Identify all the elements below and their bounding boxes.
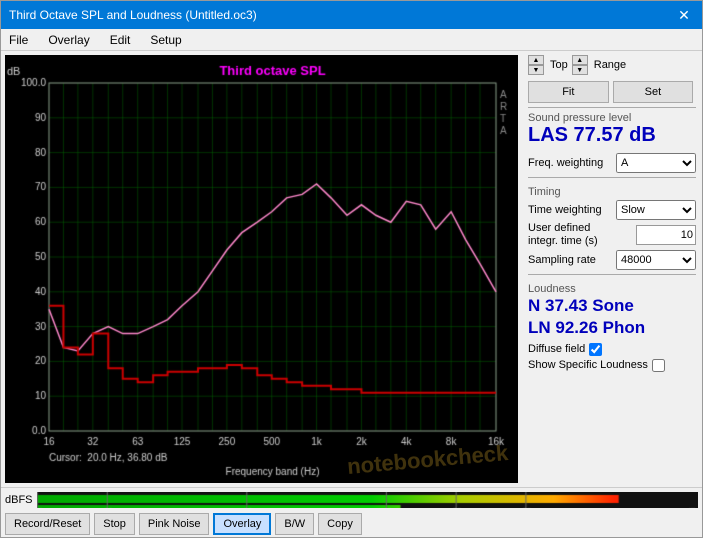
integr-time-input[interactable]: 10 xyxy=(636,225,696,245)
menu-file[interactable]: File xyxy=(5,32,32,48)
range-down-btn[interactable]: ▼ xyxy=(572,65,588,75)
freq-weighting-label: Freq. weighting xyxy=(528,157,603,169)
specific-loudness-checkbox[interactable] xyxy=(652,359,665,372)
overlay-button[interactable]: Overlay xyxy=(213,513,271,535)
copy-button[interactable]: Copy xyxy=(318,513,362,535)
level-meter xyxy=(37,492,698,508)
pink-noise-button[interactable]: Pink Noise xyxy=(139,513,210,535)
close-button[interactable]: ✕ xyxy=(674,7,694,24)
sampling-rate-row: Sampling rate 480004410096000 xyxy=(528,250,696,270)
freq-weighting-row: Freq. weighting ABCZ xyxy=(528,153,696,173)
sampling-rate-label: Sampling rate xyxy=(528,254,596,266)
top-label: Top xyxy=(550,59,568,71)
fit-button[interactable]: Fit xyxy=(528,81,609,103)
freq-weighting-select[interactable]: ABCZ xyxy=(616,153,696,173)
spl-section: Sound pressure level LAS 77.57 dB xyxy=(528,107,696,147)
loudness-value-line2: LN 92.26 Phon xyxy=(528,317,696,339)
spl-section-label: Sound pressure level xyxy=(528,112,696,124)
menu-edit[interactable]: Edit xyxy=(106,32,135,48)
top-spinbox: ▲ ▼ xyxy=(528,55,544,75)
bottom-bar: dBFS Record/Reset Stop Pink Noise Overla… xyxy=(1,487,702,537)
loudness-value-line1: N 37.43 Sone xyxy=(528,295,696,317)
main-content: notebookcheck ▲ ▼ Top ▲ ▼ Range Fit Set xyxy=(1,51,702,487)
menu-bar: File Overlay Edit Setup xyxy=(1,29,702,51)
top-down-btn[interactable]: ▼ xyxy=(528,65,544,75)
integr-time-label: User definedintegr. time (s) xyxy=(528,222,598,248)
top-up-btn[interactable]: ▲ xyxy=(528,55,544,65)
range-spinbox: ▲ ▼ xyxy=(572,55,588,75)
title-bar: Third Octave SPL and Loudness (Untitled.… xyxy=(1,1,702,29)
meter-canvas xyxy=(37,492,698,508)
diffuse-field-label: Diffuse field xyxy=(528,343,585,355)
loudness-section: Loudness N 37.43 Sone LN 92.26 Phon Diff… xyxy=(528,274,696,371)
main-window: Third Octave SPL and Loudness (Untitled.… xyxy=(0,0,703,538)
top-controls: ▲ ▼ Top ▲ ▼ Range Fit Set xyxy=(528,55,696,103)
dbfs-label: dBFS xyxy=(5,494,33,506)
range-up-btn[interactable]: ▲ xyxy=(572,55,588,65)
timing-label: Timing xyxy=(528,186,696,198)
time-weighting-label: Time weighting xyxy=(528,204,602,216)
dbfs-row: dBFS xyxy=(1,488,702,512)
window-title: Third Octave SPL and Loudness (Untitled.… xyxy=(9,8,257,22)
loudness-label: Loudness xyxy=(528,283,696,295)
bw-button[interactable]: B/W xyxy=(275,513,314,535)
record-reset-button[interactable]: Record/Reset xyxy=(5,513,90,535)
range-label: Range xyxy=(594,59,626,71)
timing-section: Timing Time weighting SlowFastImpulse Us… xyxy=(528,177,696,270)
sampling-rate-select[interactable]: 480004410096000 xyxy=(616,250,696,270)
right-panel: ▲ ▼ Top ▲ ▼ Range Fit Set Sound pressure… xyxy=(522,51,702,487)
integr-time-row: User definedintegr. time (s) 10 xyxy=(528,222,696,248)
chart-area: notebookcheck xyxy=(5,55,518,483)
diffuse-field-row: Diffuse field xyxy=(528,343,696,356)
diffuse-field-checkbox[interactable] xyxy=(589,343,602,356)
specific-loudness-label: Show Specific Loudness xyxy=(528,359,648,371)
stop-button[interactable]: Stop xyxy=(94,513,135,535)
chart-canvas xyxy=(5,55,518,483)
time-weighting-select[interactable]: SlowFastImpulse xyxy=(616,200,696,220)
spl-value: LAS 77.57 dB xyxy=(528,124,696,147)
time-weighting-row: Time weighting SlowFastImpulse xyxy=(528,200,696,220)
specific-loudness-row: Show Specific Loudness xyxy=(528,359,696,372)
menu-overlay[interactable]: Overlay xyxy=(44,32,93,48)
menu-setup[interactable]: Setup xyxy=(146,32,185,48)
buttons-row: Record/Reset Stop Pink Noise Overlay B/W… xyxy=(1,512,702,537)
set-button[interactable]: Set xyxy=(613,81,694,103)
